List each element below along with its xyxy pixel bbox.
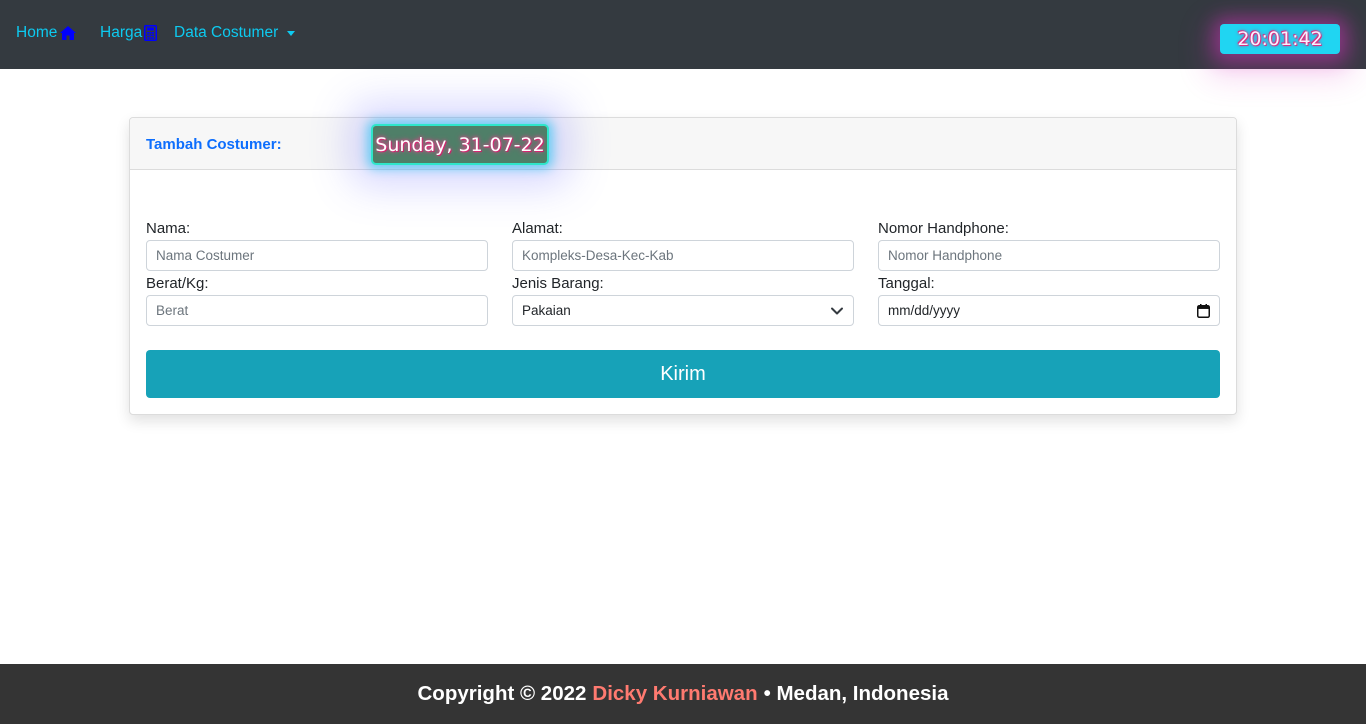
clock-display: 20:01:42 xyxy=(1220,24,1340,54)
date-badge: Sunday, 31-07-22 xyxy=(371,124,549,165)
nama-placeholder: Nama Costumer xyxy=(156,248,255,263)
berat-label: Berat/Kg: xyxy=(146,275,209,292)
nama-input[interactable]: Nama Costumer xyxy=(146,240,488,271)
caret-down-icon xyxy=(287,31,296,36)
tanggal-placeholder: mm/dd/yyyy xyxy=(888,303,961,318)
alamat-placeholder: Kompleks-Desa-Kec-Kab xyxy=(522,248,674,263)
kirim-button[interactable]: Kirim xyxy=(146,350,1220,398)
jenis-barang-label: Jenis Barang: xyxy=(512,275,604,292)
chevron-down-icon xyxy=(830,306,844,316)
house-icon xyxy=(59,25,77,41)
jenis-barang-select[interactable]: Pakaian xyxy=(512,295,854,326)
alamat-label: Alamat: xyxy=(512,220,563,237)
nav-data-costumer-label: Data Costumer xyxy=(174,24,279,41)
nomor-handphone-label: Nomor Handphone: xyxy=(878,220,1009,237)
berat-placeholder: Berat xyxy=(156,303,189,318)
footer-location: • Medan, Indonesia xyxy=(763,682,949,705)
nama-label: Nama: xyxy=(146,220,191,237)
card-header: Tambah Costumer: Sunday, 31-07-22 xyxy=(130,118,1236,170)
nav-home-link[interactable]: Home xyxy=(16,24,77,42)
footer: Copyright © 2022 Dicky Kurniawan • Medan… xyxy=(0,664,1366,724)
nav-harga-label: Harga xyxy=(100,24,143,41)
nav-harga-link[interactable]: Harga xyxy=(100,24,158,42)
jenis-barang-value: Pakaian xyxy=(522,303,571,318)
card-title: Tambah Costumer: xyxy=(146,136,282,153)
calendar-icon[interactable] xyxy=(1197,303,1210,318)
tanggal-label: Tanggal: xyxy=(878,275,935,292)
nomor-handphone-input[interactable]: Nomor Handphone xyxy=(878,240,1220,271)
navbar: Home Harga Data Costumer 20:01:42 xyxy=(0,0,1366,69)
alamat-input[interactable]: Kompleks-Desa-Kec-Kab xyxy=(512,240,854,271)
nomor-handphone-placeholder: Nomor Handphone xyxy=(888,248,1003,263)
nav-data-costumer-dropdown[interactable]: Data Costumer xyxy=(174,24,296,42)
calculator-icon xyxy=(144,25,158,41)
tanggal-input[interactable]: mm/dd/yyyy xyxy=(878,295,1220,326)
nav-home-label: Home xyxy=(16,24,58,41)
berat-input[interactable]: Berat xyxy=(146,295,488,326)
footer-author-link[interactable]: Dicky Kurniawan xyxy=(592,682,757,706)
clock-time: 20:01:42 xyxy=(1237,28,1323,50)
footer-copyright: Copyright © 2022 xyxy=(417,682,587,705)
add-customer-card: Tambah Costumer: Sunday, 31-07-22 Nama: … xyxy=(129,117,1237,415)
